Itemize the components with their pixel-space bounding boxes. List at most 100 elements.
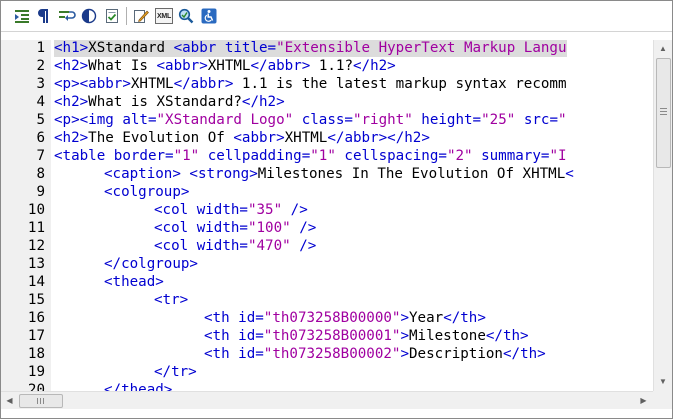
markup-tag: </h2> xyxy=(353,58,396,74)
text-content: XHTML xyxy=(207,58,251,74)
word-wrap-button[interactable] xyxy=(57,6,77,26)
code-line[interactable]: 2 <h2>What Is <abbr>XHTML</abbr> 1.1?</h2… xyxy=(1,57,653,75)
line-number: 19 xyxy=(27,364,45,380)
scroll-right-button[interactable]: ▶ xyxy=(635,392,652,409)
code-text: <col width="470" /> xyxy=(154,237,316,255)
contrast-icon xyxy=(81,8,97,24)
markup-tag: <tr> xyxy=(154,292,189,308)
line-number: 3 xyxy=(36,76,45,92)
vertical-scrollbar[interactable]: ▲ ▼ xyxy=(653,40,672,391)
thumb-grip xyxy=(660,108,667,109)
source-editor: XML 1 <h1>XStandard <abbr title="Extensib… xyxy=(0,0,673,419)
edit-button[interactable] xyxy=(131,6,151,26)
find-replace-button[interactable] xyxy=(176,6,196,26)
toolbar-separator xyxy=(126,7,127,25)
code-text: <tr> xyxy=(154,291,188,309)
attribute-value: "470" xyxy=(247,238,291,254)
markup-tag: < xyxy=(565,166,574,182)
code-line[interactable]: 14 <thead> xyxy=(1,273,653,291)
code-line[interactable]: 20 </thead> xyxy=(1,381,653,391)
attribute-value: "I xyxy=(549,148,567,164)
text-content: Description xyxy=(409,346,503,362)
code-text: <col width="100" /> xyxy=(154,219,316,237)
code-line[interactable]: 8 <caption> <strong>Milestones In The Evo… xyxy=(1,165,653,183)
line-number: 6 xyxy=(36,130,45,146)
accessibility-button[interactable] xyxy=(199,6,219,26)
code-text: <th id="th073258B00002">Description</th> xyxy=(204,345,546,363)
code-line[interactable]: 18 <th id="th073258B00002">Description</t… xyxy=(1,345,653,363)
markup-tag: </abbr></h2> xyxy=(327,130,430,146)
code-line[interactable]: 16 <th id="th073258B00000">Year</th> xyxy=(1,309,653,327)
markup-tag: <p><abbr> xyxy=(54,76,131,92)
markup-tag: <abbr> xyxy=(233,130,285,146)
chevron-up-icon: ▲ xyxy=(659,44,667,53)
markup-tag: /> xyxy=(290,220,317,236)
indent-button[interactable] xyxy=(12,6,32,26)
code-line[interactable]: 3 <p><abbr>XHTML</abbr> 1.1 is the latest… xyxy=(1,75,653,93)
code-line[interactable]: 10 <col width="35" /> xyxy=(1,201,653,219)
paragraph-button[interactable] xyxy=(34,6,54,26)
code-line[interactable]: 13 </colgroup> xyxy=(1,255,653,273)
chevron-down-icon: ▼ xyxy=(659,377,667,386)
line-number: 20 xyxy=(27,382,45,391)
code-line[interactable]: 15 <tr> xyxy=(1,291,653,309)
code-text: <th id="th073258B00000">Year</th> xyxy=(204,309,486,327)
code-line[interactable]: 6 <h2>The Evolution Of <abbr>XHTML</abbr>… xyxy=(1,129,653,147)
text-content: 1.1? xyxy=(310,58,353,74)
indent-icon xyxy=(15,10,29,23)
attribute-value: "1" xyxy=(173,148,200,164)
markup-tag: <col width= xyxy=(154,238,248,254)
code-line[interactable]: 19 </tr> xyxy=(1,363,653,381)
markup-tag: <abbr> xyxy=(156,58,208,74)
code-text: <caption> <strong>Milestones In The Evol… xyxy=(104,165,574,183)
thumb-grip xyxy=(37,398,38,404)
xml-view-button[interactable]: XML xyxy=(154,6,174,26)
text-content: Milestones In The Evolution Of XHTML xyxy=(257,166,566,182)
markup-tag: height= xyxy=(412,112,482,128)
line-number: 15 xyxy=(27,292,45,308)
markup-tag: /> xyxy=(290,238,317,254)
text-content: XStandard xyxy=(88,40,174,56)
code-line[interactable]: 9 <colgroup> xyxy=(1,183,653,201)
line-number: 8 xyxy=(36,166,45,182)
line-number: 9 xyxy=(36,184,45,200)
chevron-left-icon: ◀ xyxy=(6,396,13,405)
line-number: 5 xyxy=(36,112,45,128)
attribute-value: "35" xyxy=(247,202,283,218)
line-number: 10 xyxy=(27,202,45,218)
scroll-down-button[interactable]: ▼ xyxy=(654,373,672,390)
line-number: 12 xyxy=(27,238,45,254)
code-text: <thead> xyxy=(104,273,164,291)
code-line[interactable]: 7 <table border="1" cellpadding="1" cells… xyxy=(1,147,653,165)
markup-tag: <abbr title= xyxy=(173,40,277,56)
code-text: <th id="th073258B00001">Milestone</th> xyxy=(204,327,529,345)
code-line[interactable]: 5 <p><img alt="XStandard Logo" class="rig… xyxy=(1,111,653,129)
vertical-scroll-thumb[interactable] xyxy=(656,58,671,168)
code-line[interactable]: 1 <h1>XStandard <abbr title="Extensible H… xyxy=(1,40,653,57)
attribute-value: "25" xyxy=(481,112,516,128)
code-line[interactable]: 4 <h2>What is XStandard?</h2> xyxy=(1,93,653,111)
horizontal-scroll-thumb[interactable] xyxy=(19,394,63,408)
code-line[interactable]: 12 <col width="470" /> xyxy=(1,237,653,255)
scroll-up-button[interactable]: ▲ xyxy=(654,40,672,57)
text-content: The Evolution Of xyxy=(88,130,234,146)
markup-tag: class= xyxy=(293,112,353,128)
markup-tag: </colgroup> xyxy=(104,256,198,272)
code-line[interactable]: 11 <col width="100" /> xyxy=(1,219,653,237)
markup-tag: </th> xyxy=(443,310,486,326)
line-number: 11 xyxy=(27,220,45,236)
markup-tag: summary= xyxy=(472,148,550,164)
code-line[interactable]: 17 <th id="th073258B00001">Milestone</th> xyxy=(1,327,653,345)
thumb-grip xyxy=(660,114,667,115)
contrast-button[interactable] xyxy=(79,6,99,26)
code-area[interactable]: 1 <h1>XStandard <abbr title="Extensible H… xyxy=(1,40,653,391)
line-number: 18 xyxy=(27,346,45,362)
markup-tag: <h2> xyxy=(54,94,89,110)
attribute-value: "th073258B00002" xyxy=(263,346,401,362)
text-content: What Is xyxy=(88,58,157,74)
validate-button[interactable] xyxy=(102,6,122,26)
horizontal-scrollbar[interactable]: ◀ ▶ xyxy=(1,391,653,409)
line-number: 13 xyxy=(27,256,45,272)
attribute-value: "100" xyxy=(247,220,291,236)
scroll-left-button[interactable]: ◀ xyxy=(1,392,18,409)
